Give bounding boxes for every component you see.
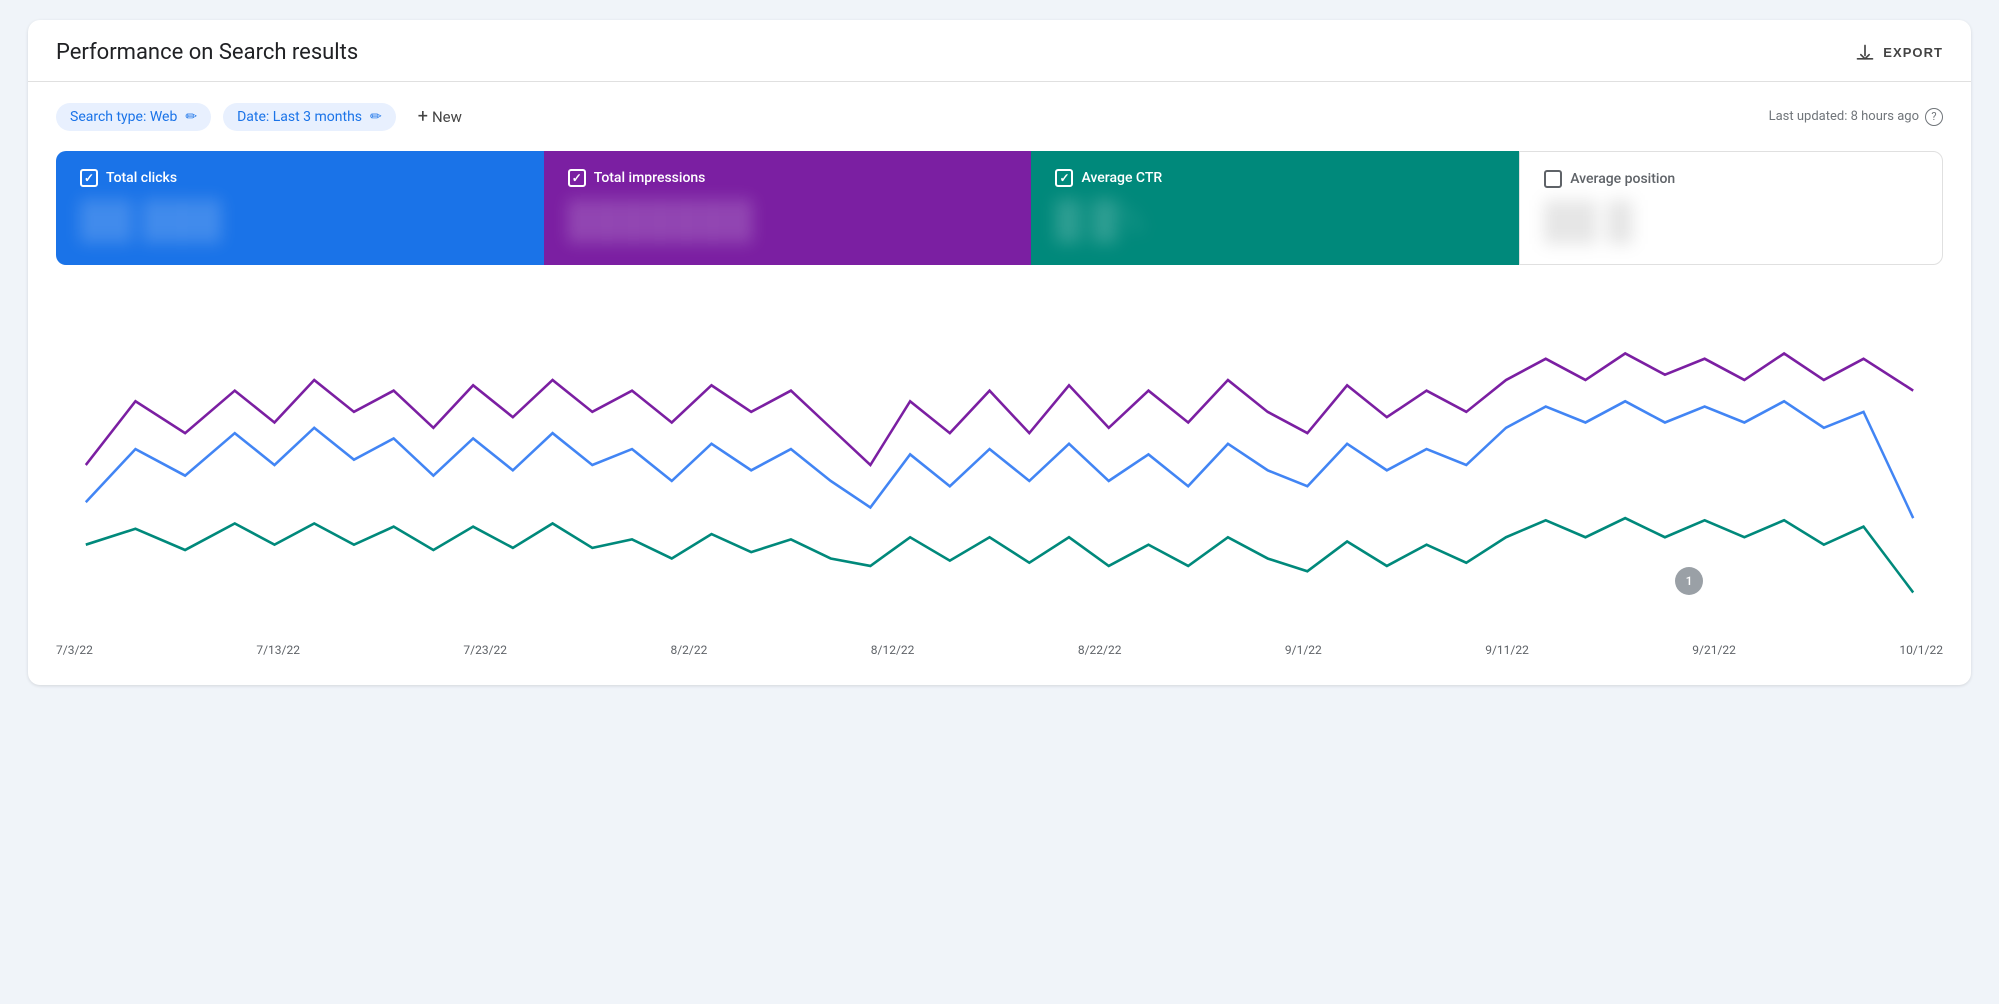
date-edit-icon: ✏	[370, 109, 382, 125]
x-label-2: 7/23/22	[463, 643, 507, 657]
x-label-3: 8/2/22	[670, 643, 707, 657]
x-label-7: 9/11/22	[1485, 643, 1529, 657]
metric-label-ctr: Average CTR	[1055, 169, 1495, 187]
x-label-5: 8/22/22	[1078, 643, 1122, 657]
page-title: Performance on Search results	[56, 40, 358, 65]
new-label: New	[432, 108, 462, 126]
export-label: EXPORT	[1883, 45, 1943, 60]
metric-card-clicks[interactable]: Total clicks ██ ███	[56, 151, 544, 265]
clicks-value: ██ ███	[80, 199, 520, 241]
chart-svg	[56, 295, 1943, 635]
position-checkbox[interactable]	[1544, 170, 1562, 188]
clicks-line	[86, 401, 1913, 518]
x-label-0: 7/3/22	[56, 643, 93, 657]
help-icon[interactable]: ?	[1925, 108, 1943, 126]
plus-icon: +	[418, 106, 428, 127]
last-updated: Last updated: 8 hours ago ?	[1769, 108, 1943, 126]
page-container: Performance on Search results EXPORT Sea…	[0, 20, 1999, 1004]
position-label: Average position	[1570, 171, 1675, 187]
export-button[interactable]: EXPORT	[1855, 43, 1943, 63]
metric-cards: Total clicks ██ ███ Total impressions ██…	[56, 151, 1943, 265]
ctr-line	[86, 518, 1913, 592]
date-label: Date: Last 3 months	[237, 109, 362, 125]
main-card: Performance on Search results EXPORT Sea…	[28, 20, 1971, 685]
metric-card-ctr[interactable]: Average CTR █ █%	[1031, 151, 1519, 265]
chart-container: 1	[56, 295, 1943, 635]
date-filter[interactable]: Date: Last 3 months ✏	[223, 103, 396, 131]
position-value: ██ █	[1544, 200, 1918, 242]
last-updated-text: Last updated: 8 hours ago	[1769, 109, 1919, 124]
impressions-label: Total impressions	[594, 170, 706, 186]
search-type-filter[interactable]: Search type: Web ✏	[56, 103, 211, 131]
ctr-label: Average CTR	[1081, 170, 1162, 186]
chart-badge: 1	[1675, 567, 1703, 595]
x-axis-labels: 7/3/22 7/13/22 7/23/22 8/2/22 8/12/22 8/…	[28, 635, 1971, 685]
x-label-9: 10/1/22	[1899, 643, 1943, 657]
ctr-checkbox[interactable]	[1055, 169, 1073, 187]
metric-label-position: Average position	[1544, 170, 1918, 188]
metric-label-impressions: Total impressions	[568, 169, 1008, 187]
ctr-value: █ █%	[1055, 199, 1495, 241]
x-label-6: 9/1/22	[1285, 643, 1322, 657]
clicks-checkbox[interactable]	[80, 169, 98, 187]
impressions-value: ███████	[568, 199, 1008, 241]
x-label-1: 7/13/22	[256, 643, 300, 657]
export-icon	[1855, 43, 1875, 63]
x-label-8: 9/21/22	[1692, 643, 1736, 657]
card-header: Performance on Search results EXPORT	[28, 20, 1971, 81]
metric-card-position[interactable]: Average position ██ █	[1519, 151, 1943, 265]
new-button[interactable]: + New	[408, 100, 472, 133]
search-type-edit-icon: ✏	[185, 109, 197, 125]
x-label-4: 8/12/22	[871, 643, 915, 657]
metric-card-impressions[interactable]: Total impressions ███████	[544, 151, 1032, 265]
search-type-label: Search type: Web	[70, 109, 177, 125]
filter-bar: Search type: Web ✏ Date: Last 3 months ✏…	[28, 82, 1971, 151]
metric-label-clicks: Total clicks	[80, 169, 520, 187]
impressions-checkbox[interactable]	[568, 169, 586, 187]
clicks-label: Total clicks	[106, 170, 177, 186]
